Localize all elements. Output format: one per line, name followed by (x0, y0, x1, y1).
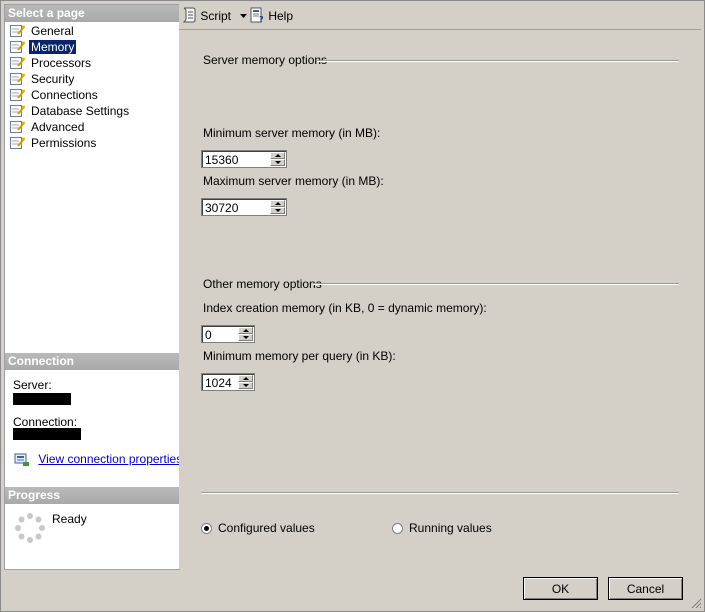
increment-button[interactable] (270, 152, 285, 159)
values-divider (201, 492, 679, 494)
configured-values-radio[interactable]: Configured values (201, 520, 315, 536)
other-memory-options-title: Other memory options (203, 277, 322, 291)
stepper-arrows (270, 200, 285, 214)
min-server-memory-stepper (201, 150, 287, 168)
script-icon (182, 7, 196, 23)
page-item-database-settings[interactable]: Database Settings (5, 103, 179, 119)
progress-spinner-icon (15, 513, 45, 543)
help-button[interactable]: ? Help (249, 6, 293, 26)
wrench-page-icon (10, 73, 25, 85)
page-item-label: Processors (31, 56, 92, 70)
running-values-radio[interactable]: Running values (392, 520, 492, 536)
svg-text:?: ? (259, 15, 264, 23)
page-list: General Memory Processors Security Conne… (5, 23, 179, 151)
page-item-label: Security (31, 72, 75, 86)
increment-button[interactable] (238, 375, 253, 382)
stepper-arrows (238, 375, 253, 389)
memory-page-content: Server memory options Minimum server mem… (179, 29, 701, 569)
connection-label: Connection: (13, 415, 78, 429)
index-creation-memory-input[interactable] (202, 326, 238, 342)
page-item-general[interactable]: General (5, 23, 179, 39)
connection-value-redacted (13, 428, 81, 440)
page-item-processors[interactable]: Processors (5, 55, 179, 71)
page-item-label: Memory (29, 40, 77, 54)
page-item-permissions[interactable]: Permissions (5, 135, 179, 151)
stepper-arrows (270, 152, 285, 166)
page-item-connections[interactable]: Connections (5, 87, 179, 103)
server-properties-dialog: Select a page General Memory Processors … (0, 0, 705, 612)
wrench-page-icon (10, 105, 25, 117)
page-item-label: Database Settings (31, 104, 130, 118)
stepper-arrows (238, 327, 253, 341)
left-pane: Select a page General Memory Processors … (4, 4, 182, 570)
wrench-page-icon (10, 121, 25, 133)
wrench-page-icon (10, 137, 25, 149)
connection-properties-icon (14, 453, 29, 466)
min-memory-per-query-input[interactable] (202, 374, 238, 390)
toolbar: Script ? Help (179, 2, 701, 29)
running-values-label: Running values (409, 521, 492, 535)
min-memory-per-query-label: Minimum memory per query (in KB): (203, 349, 396, 363)
page-item-label: Permissions (31, 136, 97, 150)
page-item-security[interactable]: Security (5, 71, 179, 87)
server-memory-options-title: Server memory options (203, 53, 328, 67)
wrench-page-icon (10, 89, 25, 101)
wrench-page-icon (10, 57, 25, 69)
decrement-button[interactable] (270, 159, 285, 166)
connection-header: Connection (5, 353, 179, 370)
increment-button[interactable] (270, 200, 285, 207)
max-server-memory-stepper (201, 198, 287, 216)
index-creation-memory-label: Index creation memory (in KB, 0 = dynami… (203, 301, 487, 315)
group-divider (313, 283, 679, 285)
page-item-memory[interactable]: Memory (5, 39, 179, 55)
progress-header: Progress (5, 487, 179, 504)
ok-button[interactable]: OK (523, 577, 598, 600)
radio-unchecked-indicator[interactable] (392, 523, 403, 535)
group-divider (317, 60, 679, 62)
min-memory-per-query-stepper (201, 373, 255, 391)
max-server-memory-input[interactable] (202, 199, 270, 215)
min-server-memory-input[interactable] (202, 151, 270, 167)
decrement-button[interactable] (270, 207, 285, 214)
cancel-button[interactable]: Cancel (608, 577, 683, 600)
server-label: Server: (13, 378, 52, 392)
increment-button[interactable] (238, 327, 253, 334)
view-connection-properties-link[interactable]: View connection properties (38, 452, 182, 466)
select-page-header: Select a page (5, 5, 179, 22)
decrement-button[interactable] (238, 382, 253, 389)
page-item-advanced[interactable]: Advanced (5, 119, 179, 135)
help-icon: ? (250, 7, 264, 24)
radio-checked-indicator[interactable] (201, 523, 212, 535)
view-connection-properties-row: View connection properties (14, 451, 182, 467)
chevron-down-icon[interactable] (240, 13, 248, 19)
page-item-label: General (31, 24, 74, 38)
wrench-page-icon (10, 25, 25, 37)
max-server-memory-label: Maximum server memory (in MB): (203, 174, 384, 188)
progress-status: Ready (52, 512, 87, 526)
min-server-memory-label: Minimum server memory (in MB): (203, 126, 381, 140)
page-item-label: Connections (31, 88, 98, 102)
page-item-label: Advanced (31, 120, 85, 134)
resize-grip-icon[interactable] (690, 597, 702, 609)
script-button[interactable]: Script (181, 6, 248, 26)
help-label: Help (268, 9, 294, 23)
configured-values-label: Configured values (218, 521, 315, 535)
decrement-button[interactable] (238, 334, 253, 341)
server-value-redacted (13, 393, 71, 405)
index-creation-memory-stepper (201, 325, 255, 343)
script-label: Script (200, 9, 232, 23)
wrench-page-icon (10, 41, 25, 53)
